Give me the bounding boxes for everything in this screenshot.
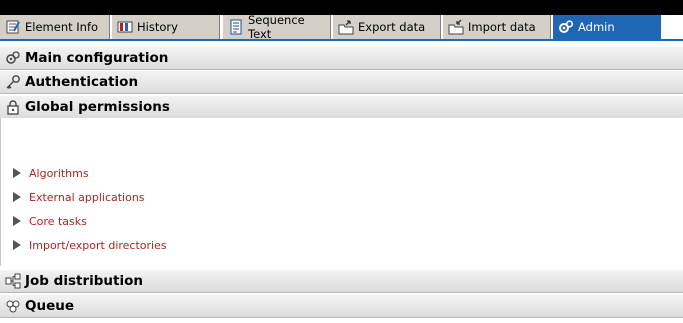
section-job-distribution[interactable]: Job distribution <box>0 270 683 293</box>
tab-sequence-text[interactable]: Sequence Text <box>223 13 331 41</box>
permission-link-algorithms[interactable]: Algorithms <box>29 167 89 180</box>
global-permissions-panel: Algorithms External applications Core ta… <box>0 118 683 266</box>
tab-import-data[interactable]: Import data <box>443 15 551 39</box>
admin-icon <box>559 20 574 33</box>
window-top-bar <box>0 0 683 15</box>
element-info-icon <box>6 20 20 34</box>
tab-bar: Element Info History Sequence Text Expor… <box>0 13 683 41</box>
tab-history[interactable]: History <box>112 15 220 39</box>
permission-item-core-tasks[interactable]: Core tasks <box>13 214 87 228</box>
key-icon <box>6 75 20 89</box>
section-title: Global permissions <box>25 99 170 115</box>
tab-element-info[interactable]: Element Info <box>0 15 110 39</box>
permission-item-algorithms[interactable]: Algorithms <box>13 166 89 180</box>
gears-icon <box>6 51 20 64</box>
import-data-icon <box>448 19 464 35</box>
history-icon <box>117 21 133 33</box>
tab-export-data[interactable]: Export data <box>333 15 441 39</box>
section-main-configuration[interactable]: Main configuration <box>0 47 683 70</box>
job-distribution-icon <box>5 273 21 289</box>
permission-item-import-export-directories[interactable]: Import/export directories <box>13 238 167 252</box>
section-queue[interactable]: Queue <box>0 295 683 318</box>
expand-arrow-icon[interactable] <box>13 192 21 202</box>
permission-link-import-export-directories[interactable]: Import/export directories <box>29 239 167 252</box>
tab-label: History <box>137 20 178 34</box>
tab-bar-underline <box>0 39 683 41</box>
section-title: Main configuration <box>25 50 169 66</box>
expand-arrow-icon[interactable] <box>13 168 21 178</box>
export-data-icon <box>338 20 354 35</box>
section-title: Job distribution <box>25 273 143 289</box>
sequence-text-icon <box>230 19 242 35</box>
section-global-permissions[interactable]: Global permissions <box>0 96 683 119</box>
tab-label: Import data <box>468 20 536 34</box>
expand-arrow-icon[interactable] <box>13 216 21 226</box>
tab-label: Export data <box>358 20 426 34</box>
permission-item-external-applications[interactable]: External applications <box>13 190 145 204</box>
permission-link-external-applications[interactable]: External applications <box>29 191 145 204</box>
lock-icon <box>7 100 19 115</box>
tab-label: Sequence Text <box>248 13 305 41</box>
tab-label: Element Info <box>25 20 99 34</box>
permission-link-core-tasks[interactable]: Core tasks <box>29 215 87 228</box>
expand-arrow-icon[interactable] <box>13 240 21 250</box>
section-title: Queue <box>25 298 75 314</box>
tab-admin[interactable]: Admin <box>553 15 661 39</box>
tab-label: Admin <box>578 20 615 34</box>
section-authentication[interactable]: Authentication <box>0 71 683 94</box>
queue-icon <box>6 300 20 313</box>
section-title: Authentication <box>25 74 139 90</box>
